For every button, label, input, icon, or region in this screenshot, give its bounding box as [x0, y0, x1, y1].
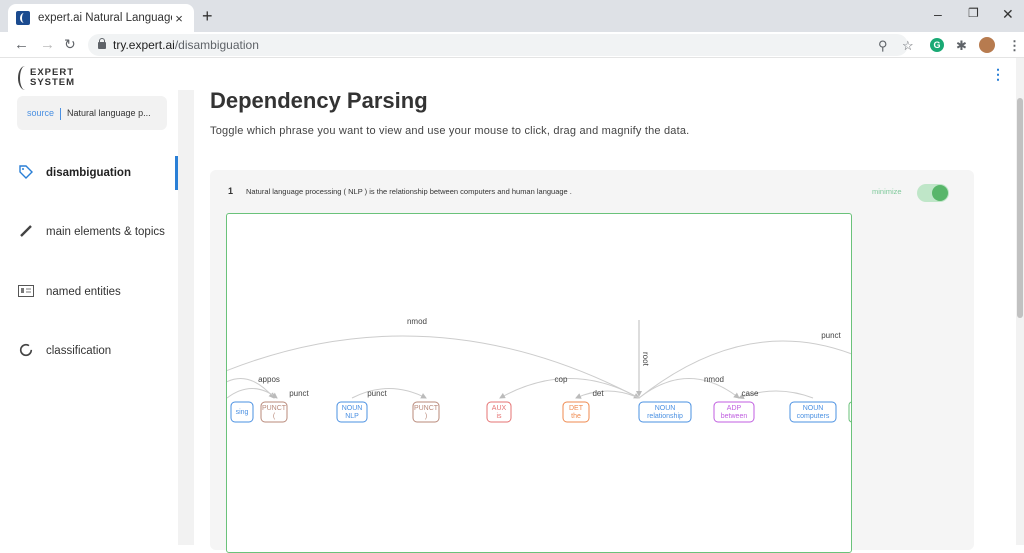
reload-icon[interactable]: ↻	[64, 36, 76, 53]
source-value: Natural language p...	[67, 108, 151, 118]
graph-node-word: is	[496, 413, 502, 420]
graph-edge: punct	[638, 331, 851, 399]
graph-edge-label: case	[742, 389, 759, 398]
tab-close-icon[interactable]: ×	[172, 11, 186, 26]
dependency-graph-svg[interactable]: nmod punct appos punct punct cop det root nmod ca…	[227, 214, 852, 553]
graph-edge-label: punct	[821, 331, 841, 340]
browser-tab-bar: expert.ai Natural Language API D × + – ❐…	[0, 0, 1024, 32]
expert-system-logo: EXPERT SYSTEM	[18, 66, 98, 90]
brush-icon	[18, 224, 34, 241]
graph-edge-label: det	[592, 389, 604, 398]
menu-item-named-entities[interactable]: named entities	[0, 275, 178, 309]
graph-node-pos: ADP	[727, 405, 742, 412]
minimize-label: minimize	[872, 187, 902, 196]
graph-edge-label: nmod	[704, 375, 724, 384]
back-arrow-icon[interactable]: ←	[14, 36, 29, 53]
phrase-text: Natural language processing ( NLP ) is t…	[246, 187, 572, 196]
graph-edge-line	[351, 388, 427, 399]
id-card-icon	[18, 284, 34, 300]
graph-node-pos: AUX	[492, 405, 507, 412]
favicon-icon	[16, 11, 30, 25]
menu-item-label: disambiguation	[46, 167, 131, 179]
graph-node[interactable]: AUXis	[486, 401, 512, 423]
url-bar[interactable]: try.expert.ai/disambiguation	[88, 34, 908, 56]
graph-edge: case	[738, 389, 814, 400]
graph-edge-label: nmod	[407, 317, 427, 326]
minimize-toggle[interactable]	[917, 184, 949, 202]
graph-node[interactable]: PUNCT(	[260, 401, 288, 423]
extensions-puzzle-icon[interactable]: ✱	[956, 38, 967, 54]
zoom-icon[interactable]: ⚲	[878, 38, 888, 54]
graph-edge-label: root	[641, 352, 650, 367]
new-tab-button[interactable]: +	[202, 6, 213, 27]
graph-node-word: the	[571, 413, 581, 420]
url-path: /disambiguation	[174, 38, 259, 52]
tab-title: expert.ai Natural Language API D	[38, 12, 172, 24]
graph-node-pos: NOUN	[803, 405, 824, 412]
graph-node-word: sing	[236, 409, 249, 416]
graph-edge-label: appos	[258, 375, 280, 384]
graph-node[interactable]: DETthe	[562, 401, 590, 423]
graph-edge-label: punct	[289, 389, 309, 398]
graph-node-pos: PUNCT	[262, 405, 287, 412]
menu-item-label: main elements & topics	[46, 226, 165, 238]
page-options-icon[interactable]: ⋮	[991, 66, 1005, 83]
graph-node-word: )	[425, 413, 427, 420]
menu-item-label: classification	[46, 345, 112, 357]
menu-item-classification[interactable]: classification	[0, 334, 178, 368]
browser-menu-icon[interactable]: ⋮	[1008, 38, 1021, 54]
graph-node-word: relationship	[647, 413, 683, 420]
dependency-graph[interactable]: nmod punct appos punct punct cop det root nmod ca…	[226, 213, 852, 553]
restore-window-button[interactable]: ❐	[968, 6, 979, 20]
graph-node-pos: DET	[569, 405, 584, 412]
tag-icon	[18, 164, 34, 182]
page-subtitle: Toggle which phrase you want to view and…	[210, 125, 690, 137]
graph-edge: cop	[499, 375, 640, 399]
browser-tab[interactable]: expert.ai Natural Language API D ×	[8, 4, 194, 32]
menu-item-label: named entities	[46, 286, 121, 298]
graph-node-word: between	[721, 413, 748, 420]
minimize-window-button[interactable]: –	[934, 6, 942, 22]
ring-icon	[18, 343, 34, 360]
url-host: try.expert.ai	[113, 38, 175, 52]
graph-node[interactable]: ADPbetween	[713, 401, 755, 423]
scrollbar-thumb[interactable]	[1017, 98, 1023, 318]
graph-node-pos: NOUN	[655, 405, 676, 412]
menu-item-main-elements[interactable]: main elements & topics	[0, 215, 178, 249]
graph-edge-line	[499, 378, 640, 399]
graph-edge: nmod	[227, 317, 640, 399]
page-scrollbar[interactable]	[1016, 58, 1024, 545]
address-toolbar: ← → ↻ try.expert.ai/disambiguation	[0, 32, 1024, 58]
bookmark-star-icon[interactable]: ☆	[902, 38, 914, 54]
graph-edge-label: cop	[555, 375, 568, 384]
graph-edge-line	[227, 388, 278, 399]
graph-edge-label: punct	[367, 389, 387, 398]
graph-node-word: NLP	[345, 413, 359, 420]
source-selector[interactable]: source Natural language p...	[17, 96, 167, 130]
phrase-number: 1	[228, 186, 234, 196]
grammarly-extension-icon[interactable]: G	[930, 38, 944, 52]
menu-item-disambiguation[interactable]: disambiguation	[0, 156, 178, 190]
graph-node-pos: PUNCT	[414, 405, 439, 412]
profile-avatar-icon[interactable]	[979, 37, 995, 53]
lock-icon	[98, 38, 106, 49]
graph-edge: punct	[351, 388, 427, 399]
forward-arrow-icon[interactable]: →	[40, 36, 55, 53]
source-label: source	[27, 108, 55, 118]
graph-edge: punct	[227, 388, 310, 399]
page-title: Dependency Parsing	[210, 88, 428, 113]
graph-node[interactable]: PUNCT)	[412, 401, 440, 423]
graph-node-word: computers	[797, 413, 830, 420]
graph-node[interactable]: sing	[230, 401, 254, 423]
graph-edge: root	[636, 320, 650, 397]
graph-node[interactable]: NOUNNLP	[336, 401, 368, 423]
graph-node[interactable]: NOUNcomputers	[789, 401, 837, 423]
graph-edge-line	[575, 390, 640, 399]
graph-node-partial	[848, 401, 851, 423]
sidebar-scroll-track[interactable]	[178, 90, 194, 545]
graph-node-pos: NOUN	[342, 405, 363, 412]
close-window-button[interactable]: ✕	[1002, 6, 1014, 23]
graph-node[interactable]: NOUNrelationship	[638, 401, 692, 423]
